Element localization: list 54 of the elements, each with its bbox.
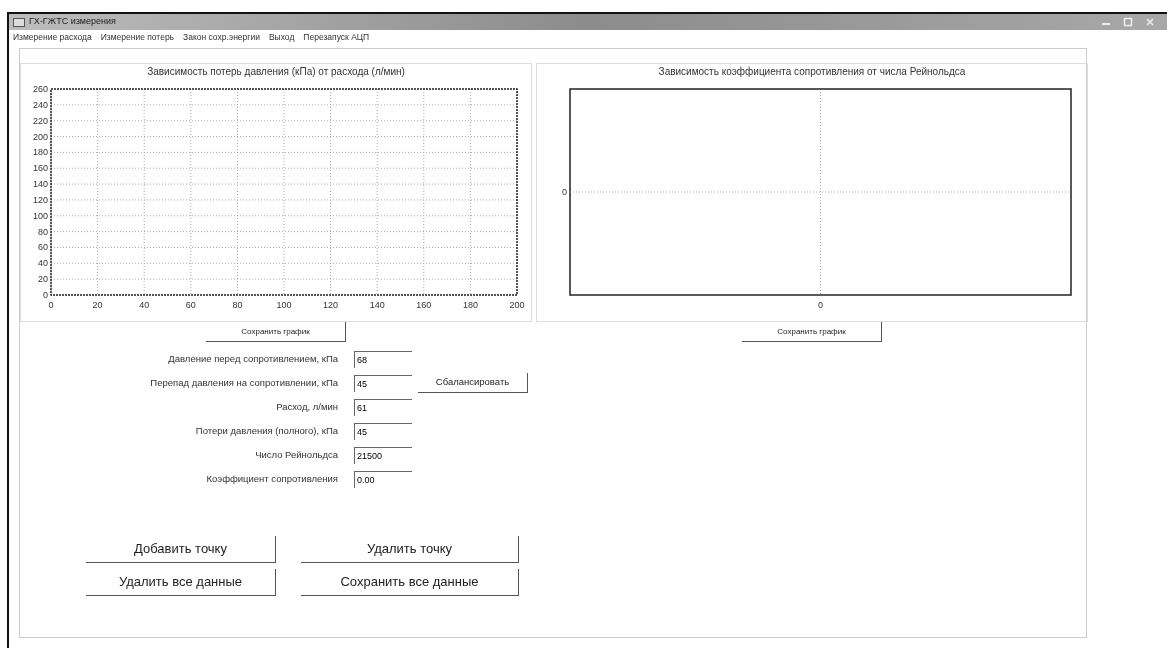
x-tick-label: 140: [369, 300, 385, 310]
close-icon[interactable]: [1145, 17, 1155, 27]
menu-item[interactable]: Измерение потерь: [100, 30, 175, 44]
y-tick-label: 160: [32, 163, 48, 174]
x-tick-label: 40: [139, 300, 150, 310]
y-tick-label: 140: [32, 179, 48, 190]
save-chart-button[interactable]: Сохранить график: [742, 322, 882, 342]
y-tick-label: 180: [32, 147, 48, 158]
menu-item[interactable]: Закон сохр.энергии: [183, 30, 260, 44]
y-tick-label: 40: [37, 258, 48, 269]
field-label: Расход, л/мин: [275, 399, 338, 414]
menu-item[interactable]: Измерение расхода: [13, 30, 92, 44]
field-label: Коэффициент сопротивления: [205, 471, 338, 486]
x-tick-label: 180: [462, 300, 478, 310]
y-tick-label: 80: [37, 226, 48, 237]
app-icon: [13, 17, 25, 27]
maximize-icon[interactable]: [1123, 17, 1133, 27]
balance-button[interactable]: Сбалансировать: [418, 373, 528, 393]
window-title: ГХ-ГЖТС измерения: [29, 15, 116, 29]
menu-item[interactable]: Выход: [268, 30, 295, 44]
x-tick-label: 100: [276, 300, 292, 310]
input-field[interactable]: 21500: [354, 446, 412, 464]
field-label: Давление перед сопротивлением, кПа: [167, 351, 338, 366]
input-field[interactable]: 0.00: [354, 470, 412, 488]
x-tick-label: 160: [416, 300, 432, 310]
field-label: Перепад давления на сопротивлении, кПа: [149, 375, 338, 390]
field-label: Потери давления (полного), кПа: [194, 423, 338, 438]
chart-title: Зависимость коэффициента сопротивления от числа Рейнольдса: [658, 65, 966, 79]
y-tick-label: 120: [32, 194, 48, 205]
menu-item[interactable]: Перезапуск АЦП: [303, 30, 370, 44]
input-field[interactable]: 68: [354, 350, 412, 368]
y-tick-label: 60: [37, 242, 48, 253]
action-button[interactable]: Удалить точку: [301, 536, 519, 563]
x-tick-label: 20: [92, 300, 103, 310]
x-tick-label: 200: [509, 300, 525, 310]
y-tick-label: 220: [32, 115, 48, 126]
input-field[interactable]: 45: [354, 374, 412, 392]
field-label: Число Рейнольдса: [254, 447, 338, 462]
y-tick-label: 100: [32, 210, 48, 221]
save-chart-button[interactable]: Сохранить график: [206, 322, 346, 342]
y-tick-label: 260: [32, 84, 48, 94]
input-field[interactable]: 61: [354, 398, 412, 416]
y-tick-label: 20: [37, 274, 48, 285]
action-button[interactable]: Сохранить все данные: [301, 569, 519, 596]
y-tick-label: 0: [42, 290, 48, 300]
y-tick-label: 200: [32, 131, 48, 142]
input-field[interactable]: 45: [354, 422, 412, 440]
action-button[interactable]: Удалить все данные: [86, 569, 276, 596]
y-tick-label: 240: [32, 99, 48, 110]
chart-title: Зависимость потерь давления (кПа) от расхода (л/мин): [147, 65, 405, 79]
x-tick-label: 60: [185, 300, 196, 310]
x-tick-label: 120: [323, 300, 339, 310]
x-tick-label: 80: [232, 300, 243, 310]
action-button[interactable]: Добавить точку: [86, 536, 276, 563]
